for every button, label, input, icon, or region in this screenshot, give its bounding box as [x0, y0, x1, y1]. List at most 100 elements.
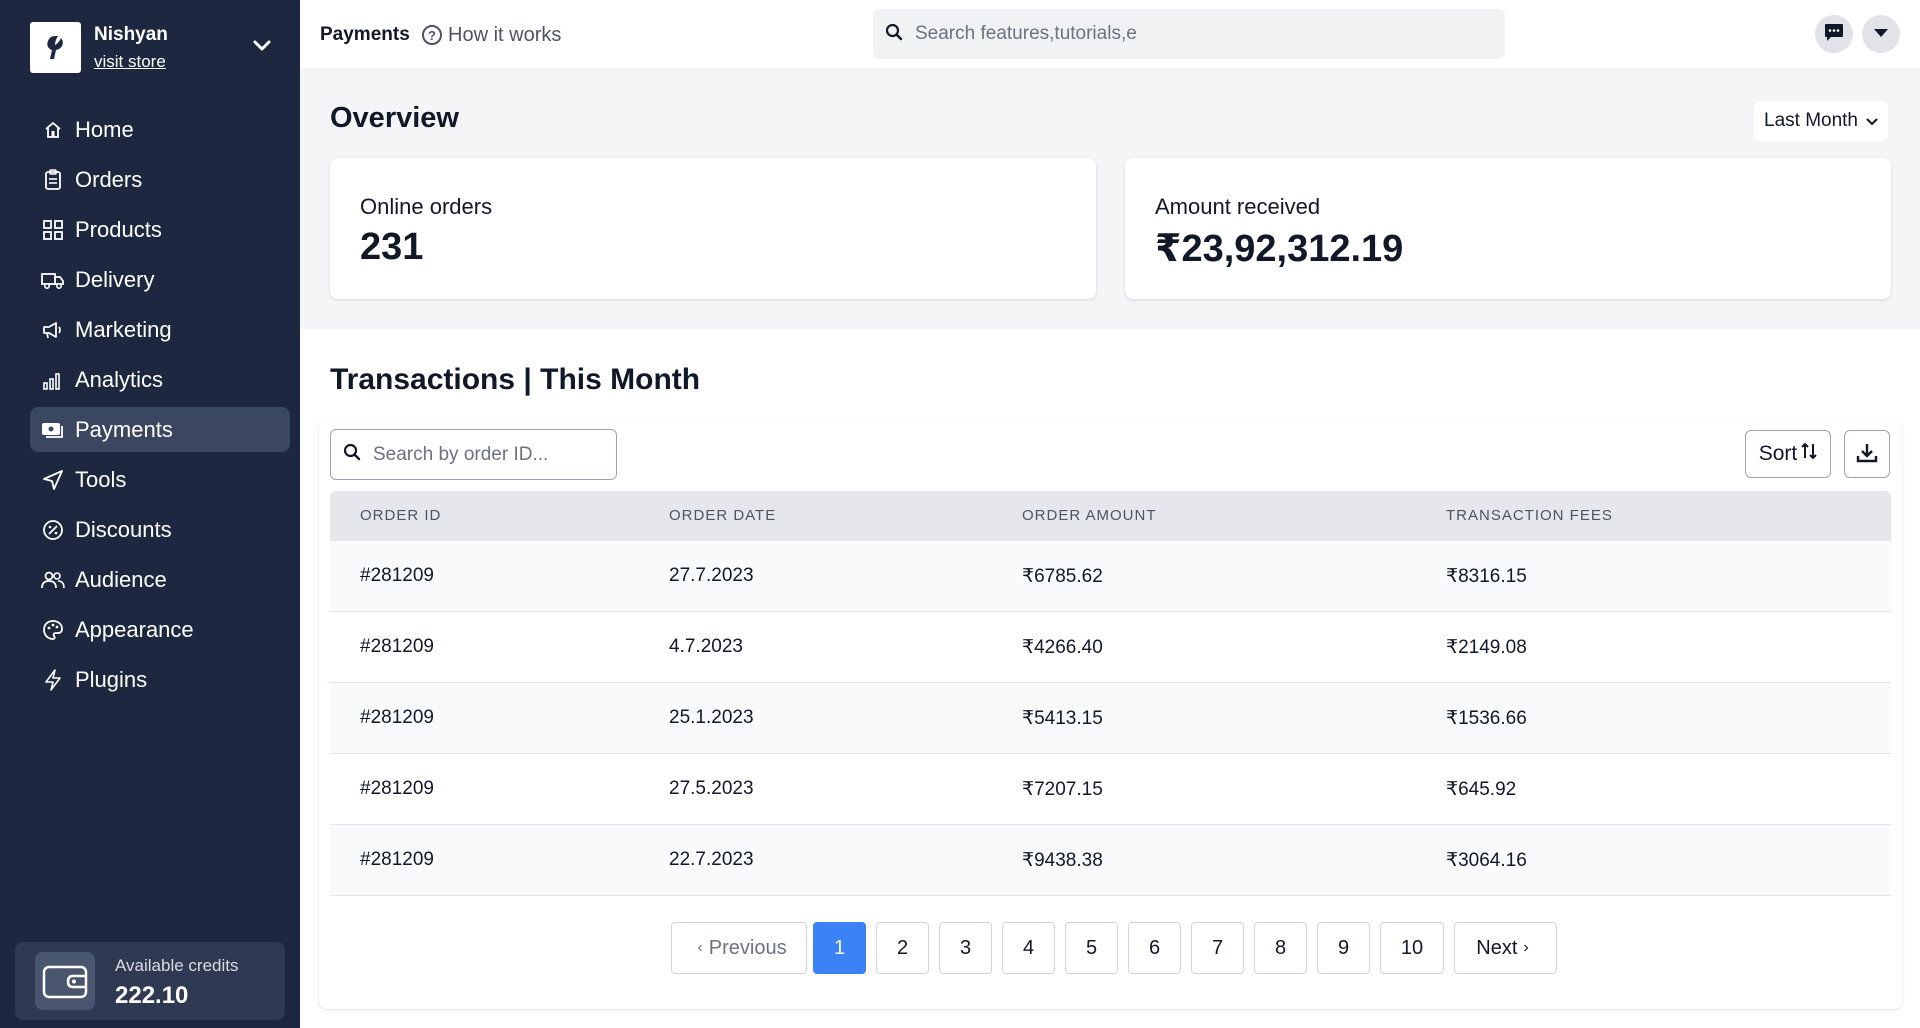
credits-panel[interactable]: Available credits 222.10 — [15, 942, 285, 1020]
sidebar-item-discounts[interactable]: Discounts — [30, 507, 290, 552]
caret-down-icon — [1873, 25, 1889, 43]
transaction-fees-cell: ₹2149.08 — [1446, 637, 1527, 658]
page-button-6[interactable]: 6 — [1128, 922, 1181, 974]
chevron-right-icon: › — [1523, 939, 1529, 956]
how-it-works-link[interactable]: ? How it works — [422, 22, 561, 48]
page-button-5[interactable]: 5 — [1065, 922, 1118, 974]
sidebar-item-appearance[interactable]: Appearance — [30, 607, 290, 652]
sidebar-item-label: Marketing — [75, 316, 172, 342]
download-button[interactable] — [1844, 430, 1890, 478]
global-search[interactable] — [873, 9, 1505, 59]
truck-icon — [41, 268, 65, 292]
page-button-3[interactable]: 3 — [939, 922, 992, 974]
sidebar-item-audience[interactable]: Audience — [30, 557, 290, 602]
column-header-order-amount[interactable]: ORDER AMOUNT — [1022, 507, 1157, 524]
sidebar-item-analytics[interactable]: Analytics — [30, 357, 290, 402]
sidebar-item-home[interactable]: Home — [30, 107, 290, 152]
previous-label: Previous — [708, 936, 787, 959]
visit-store-link[interactable]: visit store — [94, 52, 166, 72]
page-button-7[interactable]: 7 — [1191, 922, 1244, 974]
table-row[interactable]: #281209 22.7.2023 ₹9438.38 ₹3064.16 — [330, 825, 1891, 896]
chevron-down-icon — [1866, 110, 1878, 132]
sidebar-item-label: Plugins — [75, 666, 148, 692]
online-orders-card: Online orders 231 — [330, 158, 1096, 299]
sidebar-item-payments[interactable]: Payments — [30, 407, 290, 452]
next-page-button[interactable]: Next › — [1454, 922, 1557, 974]
page-button-2[interactable]: 2 — [876, 922, 929, 974]
sidebar-item-orders[interactable]: Orders — [30, 157, 290, 202]
sidebar-item-label: Analytics — [75, 366, 164, 392]
pagination: ‹ Previous 1 2 3 4 5 6 7 8 9 10 Next › — [671, 922, 1567, 974]
sort-button[interactable]: Sort — [1745, 430, 1831, 478]
how-it-works-label: How it works — [448, 23, 562, 46]
sort-arrows-icon — [1801, 442, 1817, 466]
page-button-10[interactable]: 10 — [1380, 922, 1444, 974]
home-icon — [41, 118, 65, 142]
global-search-input[interactable] — [915, 23, 1475, 45]
sidebar-nav: Home Orders Products Delivery Marketing … — [30, 107, 290, 707]
chat-icon — [1823, 21, 1845, 48]
sidebar-item-label: Audience — [75, 566, 167, 592]
sidebar-item-label: Products — [75, 216, 162, 242]
credits-value: 222.10 — [115, 982, 189, 1009]
order-date-cell: 27.5.2023 — [669, 778, 754, 799]
stat-label: Amount received — [1155, 194, 1321, 219]
sidebar-item-label: Home — [75, 116, 134, 142]
send-icon — [41, 468, 65, 492]
date-range-value: Last Month — [1764, 110, 1858, 131]
download-icon — [1856, 442, 1878, 467]
account-menu-button[interactable] — [1862, 15, 1900, 53]
previous-page-button[interactable]: ‹ Previous — [671, 922, 807, 974]
order-search-input[interactable] — [373, 443, 613, 466]
transaction-fees-cell: ₹3064.16 — [1446, 850, 1527, 871]
transaction-fees-cell: ₹8316.15 — [1446, 566, 1527, 587]
store-switcher[interactable]: Nishyan visit store — [30, 22, 290, 74]
chevron-down-icon[interactable] — [248, 32, 276, 60]
chat-button[interactable] — [1815, 15, 1853, 53]
top-bar: Payments ? How it works — [300, 0, 1920, 68]
sidebar-item-label: Discounts — [75, 516, 172, 542]
transactions-card: Sort ORDER ID ORDER DATE ORDER AMOUNT TR… — [319, 419, 1902, 1009]
transactions-table: ORDER ID ORDER DATE ORDER AMOUNT TRANSAC… — [330, 491, 1891, 896]
column-header-order-date[interactable]: ORDER DATE — [669, 507, 776, 524]
sidebar-item-plugins[interactable]: Plugins — [30, 657, 290, 702]
page-button-9[interactable]: 9 — [1317, 922, 1370, 974]
next-label: Next — [1476, 936, 1518, 959]
order-amount-cell: ₹5413.15 — [1022, 708, 1103, 729]
column-header-order-id[interactable]: ORDER ID — [360, 507, 441, 524]
order-id-cell: #281209 — [360, 636, 434, 657]
page-button-1[interactable]: 1 — [813, 922, 866, 974]
order-amount-cell: ₹9438.38 — [1022, 850, 1103, 871]
order-id-cell: #281209 — [360, 707, 434, 728]
order-date-cell: 25.1.2023 — [669, 707, 754, 728]
help-icon: ? — [422, 25, 442, 45]
grid-icon — [41, 218, 65, 242]
table-row[interactable]: #281209 25.1.2023 ₹5413.15 ₹1536.66 — [330, 683, 1891, 754]
table-row[interactable]: #281209 27.5.2023 ₹7207.15 ₹645.92 — [330, 754, 1891, 825]
table-row[interactable]: #281209 27.7.2023 ₹6785.62 ₹8316.15 — [330, 541, 1891, 612]
page-button-4[interactable]: 4 — [1002, 922, 1055, 974]
table-row[interactable]: #281209 4.7.2023 ₹4266.40 ₹2149.08 — [330, 612, 1891, 683]
search-icon — [343, 443, 361, 466]
order-search[interactable] — [330, 429, 617, 480]
sidebar-item-label: Appearance — [75, 616, 194, 642]
page-button-8[interactable]: 8 — [1254, 922, 1307, 974]
transaction-fees-cell: ₹1536.66 — [1446, 708, 1527, 729]
chevron-left-icon: ‹ — [697, 939, 703, 956]
store-logo — [30, 22, 81, 73]
bolt-icon — [41, 668, 65, 692]
clipboard-icon — [41, 168, 65, 192]
payments-icon — [41, 418, 65, 442]
sidebar-item-tools[interactable]: Tools — [30, 457, 290, 502]
column-header-transaction-fees[interactable]: TRANSACTION FEES — [1446, 507, 1613, 524]
credits-label: Available credits — [115, 956, 239, 975]
sidebar-item-delivery[interactable]: Delivery — [30, 257, 290, 302]
order-date-cell: 4.7.2023 — [669, 636, 743, 657]
date-range-select[interactable]: Last Month — [1754, 101, 1888, 141]
store-name: Nishyan — [94, 24, 168, 45]
page-title: Payments — [320, 24, 410, 45]
palette-icon — [41, 618, 65, 642]
stat-value: ₹23,92,312.19 — [1155, 228, 1404, 270]
sidebar-item-products[interactable]: Products — [30, 207, 290, 252]
sidebar-item-marketing[interactable]: Marketing — [30, 307, 290, 352]
